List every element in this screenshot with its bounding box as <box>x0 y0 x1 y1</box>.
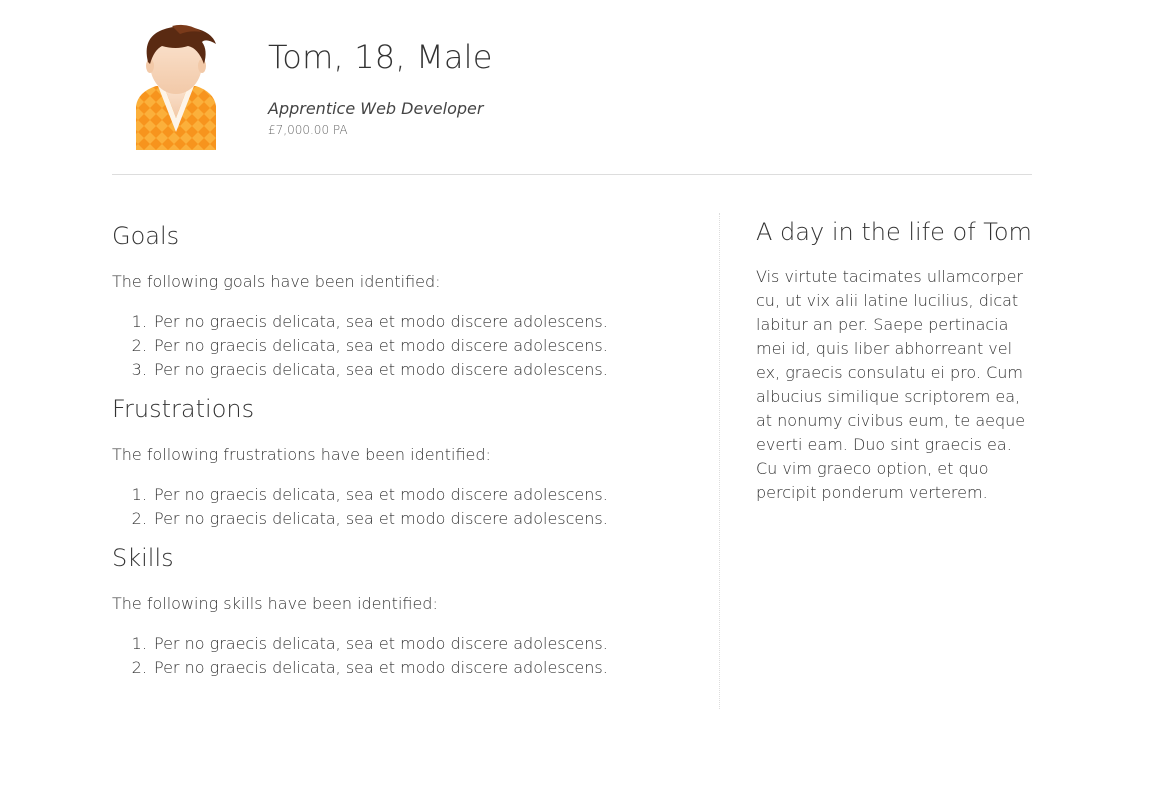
goals-list: Per no graecis delicata, sea et modo dis… <box>112 310 692 382</box>
list-item: Per no graecis delicata, sea et modo dis… <box>152 656 692 680</box>
frustrations-section: Frustrations The following frustrations … <box>112 394 692 531</box>
goals-section: Goals The following goals have been iden… <box>112 221 692 382</box>
persona-main: Goals The following goals have been iden… <box>112 175 1034 709</box>
skills-list: Per no graecis delicata, sea et modo dis… <box>112 632 692 680</box>
frustrations-intro: The following frustrations have been ide… <box>112 445 491 464</box>
skills-section: Skills The following skills have been id… <box>112 543 692 680</box>
day-in-life-column: A day in the life of Tom Vis virtute tac… <box>756 213 1034 505</box>
skills-heading: Skills <box>112 544 174 572</box>
list-item: Per no graecis delicata, sea et modo dis… <box>152 358 692 382</box>
day-in-life-text: Vis virtute tacimates ullamcorper cu, ut… <box>756 267 1026 502</box>
column-divider <box>719 213 720 709</box>
person-avatar-icon <box>136 24 216 150</box>
day-in-life-heading: A day in the life of Tom <box>756 218 1032 246</box>
details-column: Goals The following goals have been iden… <box>112 213 692 692</box>
list-item: Per no graecis delicata, sea et modo dis… <box>152 483 692 507</box>
list-item: Per no graecis delicata, sea et modo dis… <box>152 507 692 531</box>
frustrations-list: Per no graecis delicata, sea et modo dis… <box>112 483 692 531</box>
goals-intro: The following goals have been identified… <box>112 272 441 291</box>
skills-intro: The following skills have been identifie… <box>112 594 438 613</box>
list-item: Per no graecis delicata, sea et modo dis… <box>152 310 692 334</box>
list-item: Per no graecis delicata, sea et modo dis… <box>152 334 692 358</box>
goals-heading: Goals <box>112 222 180 250</box>
persona-name: Tom, 18, Male <box>268 38 493 76</box>
persona-page: Tom, 18, Male Apprentice Web Developer £… <box>112 0 1034 709</box>
persona-header: Tom, 18, Male Apprentice Web Developer £… <box>112 0 1032 175</box>
frustrations-heading: Frustrations <box>112 395 255 423</box>
list-item: Per no graecis delicata, sea et modo dis… <box>152 632 692 656</box>
persona-salary: £7,000.00 PA <box>268 123 348 137</box>
persona-job-title: Apprentice Web Developer <box>268 99 484 118</box>
